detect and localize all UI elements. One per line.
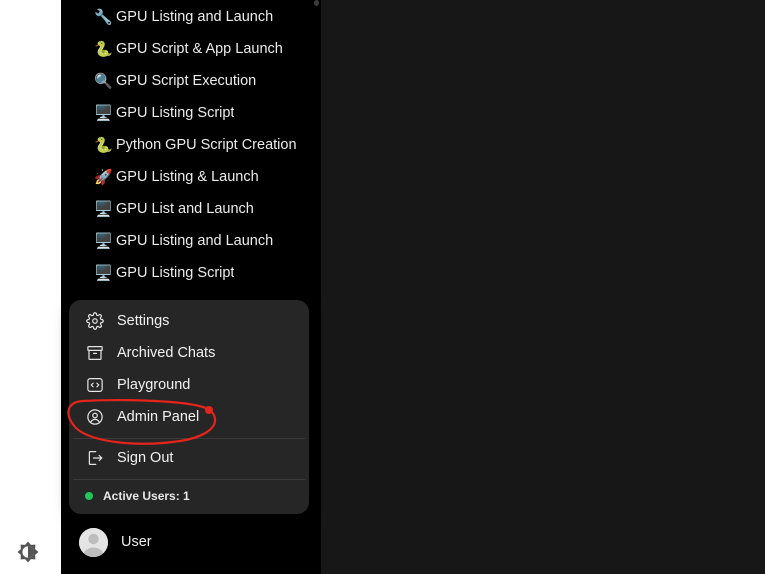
chat-emoji-icon: 🔧 — [94, 8, 113, 26]
chat-title: GPU Listing Script — [116, 105, 235, 121]
brightness-icon — [17, 541, 39, 563]
active-users-indicator: Active Users: 1 — [69, 484, 309, 508]
chat-item[interactable]: 🔍 GPU Script Execution — [94, 65, 299, 97]
chat-emoji-icon: 🔍 — [94, 72, 113, 90]
avatar — [79, 528, 108, 557]
menu-divider — [73, 438, 305, 439]
chat-item[interactable]: 🚀 GPU Listing & Launch — [94, 161, 299, 193]
chat-history-list: 🔧 GPU Listing and Launch 🐍 GPU Script & Ap… — [94, 0, 299, 289]
chat-item[interactable]: 🖥️ GPU Listing Script — [94, 97, 299, 129]
sign-out-menu-item[interactable]: Sign Out — [69, 442, 309, 474]
user-circle-icon — [85, 407, 105, 427]
chat-emoji-icon: 🐍 — [94, 40, 113, 58]
chat-emoji-icon: 🖥️ — [94, 104, 113, 122]
user-name: User — [121, 534, 152, 550]
chat-emoji-icon: 🐍 — [94, 136, 113, 154]
archive-icon — [85, 343, 105, 363]
chat-title: Python GPU Script Creation — [116, 137, 297, 153]
sign-out-label: Sign Out — [117, 450, 174, 466]
chat-item[interactable]: 🖥️ GPU Listing and Launch — [94, 225, 299, 257]
chat-title: GPU Listing and Launch — [116, 233, 274, 249]
chat-title: GPU Listing and Launch — [116, 9, 274, 25]
playground-menu-item[interactable]: Playground — [69, 369, 309, 401]
chat-title: GPU Script & App Launch — [116, 41, 283, 57]
chat-emoji-icon: 🖥️ — [94, 200, 113, 218]
chat-emoji-icon: 🚀 — [94, 168, 113, 186]
settings-menu-item[interactable]: Settings — [69, 305, 309, 337]
avatar-icon — [79, 528, 108, 557]
chat-title: GPU List and Launch — [116, 201, 254, 217]
theme-toggle-button[interactable] — [16, 540, 40, 564]
chat-item[interactable]: 🔧 GPU Listing and Launch — [94, 1, 299, 33]
archived-chats-menu-item[interactable]: Archived Chats — [69, 337, 309, 369]
user-menu: Settings Archived Chats Playground Admin… — [69, 300, 309, 514]
sidebar-scrollbar[interactable] — [314, 0, 319, 6]
admin-panel-label: Admin Panel — [117, 409, 200, 425]
chat-item[interactable]: 🐍 Python GPU Script Creation — [94, 129, 299, 161]
gear-icon — [85, 311, 105, 331]
playground-label: Playground — [117, 377, 191, 393]
code-icon — [85, 375, 105, 395]
sign-out-icon — [85, 448, 105, 468]
chat-emoji-icon: 🖥️ — [94, 232, 113, 250]
chat-item[interactable]: 🐍 GPU Script & App Launch — [94, 33, 299, 65]
user-profile-button[interactable]: User — [69, 524, 309, 560]
archived-chats-label: Archived Chats — [117, 345, 216, 361]
settings-label: Settings — [117, 313, 170, 329]
online-status-dot — [85, 492, 93, 500]
chat-title: GPU Script Execution — [116, 73, 257, 89]
chat-item[interactable]: 🖥️ GPU List and Launch — [94, 193, 299, 225]
active-users-text: Active Users: 1 — [103, 489, 190, 503]
chat-title: GPU Listing Script — [116, 265, 235, 281]
menu-divider — [73, 479, 305, 480]
left-gutter — [0, 0, 61, 574]
admin-panel-menu-item[interactable]: Admin Panel — [69, 401, 309, 433]
chat-title: GPU Listing & Launch — [116, 169, 259, 185]
